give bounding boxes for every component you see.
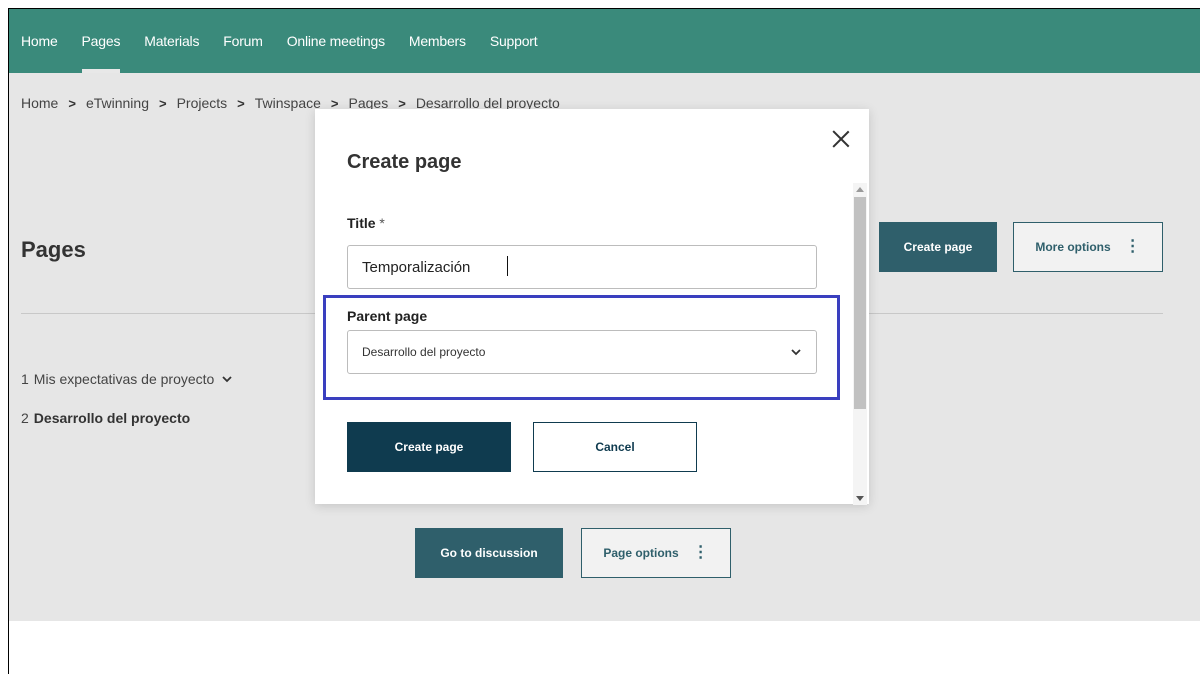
nav-item-forum[interactable]: Forum bbox=[223, 9, 263, 73]
cancel-label: Cancel bbox=[595, 440, 635, 454]
parent-page-label: Parent page bbox=[347, 308, 428, 324]
nav-item-pages[interactable]: Pages bbox=[81, 9, 120, 73]
go-to-discussion-label: Go to discussion bbox=[440, 546, 538, 560]
dialog-title: Create page bbox=[347, 151, 462, 173]
breadcrumb-separator: > bbox=[159, 95, 167, 111]
chevron-down-icon bbox=[790, 345, 802, 359]
tree-item-1[interactable]: 1 Mis expectativas de proyecto bbox=[21, 371, 232, 387]
breadcrumb-etwinning[interactable]: eTwinning bbox=[86, 95, 149, 111]
more-options-label: More options bbox=[1035, 240, 1111, 254]
title-field-label: Title * bbox=[347, 215, 385, 231]
cancel-button[interactable]: Cancel bbox=[533, 422, 697, 472]
page-title: Pages bbox=[21, 237, 86, 262]
required-mark: * bbox=[379, 215, 385, 231]
kebab-menu-icon: ⋮ bbox=[692, 544, 709, 561]
go-to-discussion-button[interactable]: Go to discussion bbox=[415, 528, 563, 578]
browser-frame: Home Pages Materials Forum Online meetin… bbox=[8, 8, 1200, 674]
nav-item-home[interactable]: Home bbox=[21, 9, 58, 73]
page-options-button[interactable]: Page options ⋮ bbox=[581, 528, 731, 578]
tree-item-number: 1 bbox=[21, 371, 29, 387]
nav-item-online-meetings[interactable]: Online meetings bbox=[287, 9, 385, 73]
breadcrumb-separator: > bbox=[237, 95, 245, 111]
kebab-menu-icon: ⋮ bbox=[1124, 238, 1141, 255]
breadcrumb-projects[interactable]: Projects bbox=[177, 95, 228, 111]
nav-item-support[interactable]: Support bbox=[490, 9, 538, 73]
tree-item-2[interactable]: 2 Desarrollo del proyecto bbox=[21, 410, 190, 426]
create-page-dialog: Create page Title * Parent page Desarrol… bbox=[315, 109, 869, 505]
breadcrumb-home[interactable]: Home bbox=[21, 95, 58, 111]
more-options-button[interactable]: More options ⋮ bbox=[1013, 222, 1163, 272]
tree-item-label: Desarrollo del proyecto bbox=[33, 410, 191, 426]
scrollbar-thumb[interactable] bbox=[854, 197, 866, 409]
breadcrumb-twinspace[interactable]: Twinspace bbox=[255, 95, 321, 111]
tree-item-label: Mis expectativas de proyecto bbox=[33, 371, 215, 387]
create-page-button[interactable]: Create page bbox=[879, 222, 997, 272]
top-navigation: Home Pages Materials Forum Online meetin… bbox=[9, 9, 1200, 73]
title-input[interactable] bbox=[347, 245, 817, 289]
scroll-up-arrow-icon[interactable] bbox=[856, 187, 864, 192]
tree-item-number: 2 bbox=[21, 410, 29, 426]
dialog-scrollbar[interactable] bbox=[853, 183, 867, 505]
page-options-label: Page options bbox=[603, 546, 679, 560]
nav-item-materials[interactable]: Materials bbox=[144, 9, 199, 73]
create-page-label: Create page bbox=[903, 240, 973, 254]
text-caret bbox=[507, 256, 508, 276]
scroll-down-arrow-icon[interactable] bbox=[856, 496, 864, 501]
title-label-text: Title bbox=[347, 215, 376, 231]
parent-page-select[interactable]: Desarrollo del proyecto bbox=[347, 330, 817, 374]
chevron-down-icon[interactable] bbox=[222, 372, 232, 386]
close-icon[interactable] bbox=[829, 127, 853, 151]
breadcrumb-separator: > bbox=[68, 95, 76, 111]
create-page-submit-button[interactable]: Create page bbox=[347, 422, 511, 472]
parent-page-value: Desarrollo del proyecto bbox=[362, 345, 486, 359]
create-page-submit-label: Create page bbox=[394, 440, 464, 454]
nav-item-members[interactable]: Members bbox=[409, 9, 466, 73]
